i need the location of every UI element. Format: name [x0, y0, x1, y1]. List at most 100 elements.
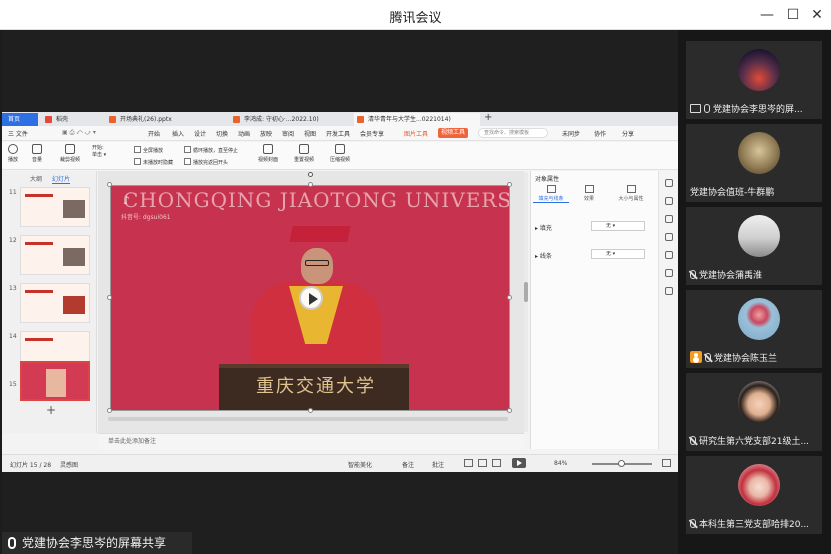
resize-handle[interactable]	[107, 295, 112, 300]
shape-icon[interactable]	[665, 197, 673, 205]
participant-tile[interactable]: 党建协会李思岑的屏...	[686, 41, 822, 119]
menu-view[interactable]: 视图	[304, 129, 316, 138]
menu-developer[interactable]: 开发工具	[326, 129, 350, 138]
resize-handle[interactable]	[308, 182, 313, 187]
location-icon[interactable]	[665, 287, 673, 295]
slide-video-object[interactable]: ♪ CHONGQING JIAOTONG UNIVERSITY 抖音号: dgs…	[110, 185, 510, 411]
theme-name[interactable]: 灵感图	[60, 460, 78, 469]
resize-handle[interactable]	[507, 182, 512, 187]
resize-handle[interactable]	[507, 408, 512, 413]
tab-slides[interactable]: 幻灯片	[52, 174, 71, 184]
tab-outline[interactable]: 大纲	[30, 174, 42, 183]
microphone-icon	[8, 537, 16, 549]
menu-design[interactable]: 设计	[194, 129, 206, 138]
copy-icon[interactable]	[665, 215, 673, 223]
resize-handle[interactable]	[107, 182, 112, 187]
reading-view-icon[interactable]	[492, 459, 501, 467]
menu-slideshow[interactable]: 放映	[260, 129, 272, 138]
tab-ppt-3-active[interactable]: 清华青年与大学生...0221014)	[354, 113, 480, 126]
microphone-muted-icon	[690, 519, 696, 528]
smart-beautify-button[interactable]: 智能美化	[348, 460, 372, 469]
properties-icon[interactable]	[665, 179, 673, 187]
tab-ppt-2-label: 李鸿成: 守初心·...2022.10)	[244, 116, 319, 123]
volume-button[interactable]: 音量	[32, 144, 42, 163]
share-button[interactable]: 分享	[622, 129, 634, 138]
comments-button[interactable]: 批注	[432, 460, 444, 469]
slide-thumbnail-11[interactable]	[20, 187, 90, 227]
avatar	[738, 215, 780, 257]
menu-home[interactable]: 开始	[148, 129, 160, 138]
zoom-level[interactable]: 84%	[554, 460, 567, 467]
minimize-icon[interactable]: —	[756, 5, 778, 25]
play-button[interactable]: 播放	[8, 144, 18, 163]
slideshow-play-icon[interactable]	[512, 458, 526, 468]
tab-ppt-1[interactable]: 开场典礼(26).pptx	[106, 113, 226, 126]
tab-docer[interactable]: 稻壳	[42, 113, 102, 126]
resize-handle[interactable]	[308, 408, 313, 413]
wps-menu-bar: 三 文件 ▣ ⎙ ⤺ ⤻ ▾ 开始 插入 设计 切换 动画 放映 审阅 视图 开…	[2, 126, 678, 141]
menu-transition[interactable]: 切换	[216, 129, 228, 138]
zoom-knob[interactable]	[618, 460, 625, 467]
tab-effects[interactable]: 效果	[571, 185, 607, 202]
menu-member[interactable]: 会员专享	[360, 129, 384, 138]
add-slide-button[interactable]: +	[46, 403, 56, 417]
tab-size-properties[interactable]: 大小与属性	[609, 185, 653, 202]
tab-ppt-2[interactable]: 李鸿成: 守初心·...2022.10)	[230, 113, 350, 126]
notes-input[interactable]: 单击此处添加备注	[98, 433, 524, 449]
quick-access-icons[interactable]: ▣ ⎙ ⤺ ⤻ ▾	[62, 129, 96, 137]
vertical-scrollbar[interactable]	[524, 172, 528, 432]
horizontal-scrollbar[interactable]	[108, 417, 508, 421]
resize-handle[interactable]	[507, 295, 512, 300]
participant-name: 党建协会值班-牛群鹏	[690, 188, 775, 198]
slide-editing-canvas: ♪ CHONGQING JIAOTONG UNIVERSITY 抖音号: dgs…	[98, 171, 524, 433]
video-cover-button[interactable]: 视频封面	[258, 144, 278, 163]
loop-checkbox[interactable]: 循环播放，直至停止	[184, 146, 238, 154]
participant-tile[interactable]: 党建协会陈玉兰	[686, 290, 822, 368]
menu-review[interactable]: 审阅	[282, 129, 294, 138]
sync-status[interactable]: 未同步	[562, 129, 580, 138]
slide-thumbnail-15-selected[interactable]	[20, 361, 90, 401]
tab-home[interactable]: 首页	[2, 113, 38, 126]
command-search-input[interactable]: 查找命令、搜索模板	[478, 128, 548, 138]
avatar	[738, 464, 780, 506]
start-mode-select[interactable]: 开始: 单击 ▾	[92, 144, 106, 158]
participant-tile[interactable]: 本科生第三党支部哈排20...	[686, 456, 822, 534]
collaborate-button[interactable]: 协作	[594, 129, 606, 138]
resize-handle[interactable]	[107, 408, 112, 413]
settings-icon[interactable]	[665, 233, 673, 241]
menu-insert[interactable]: 插入	[172, 129, 184, 138]
start-value: 单击	[92, 152, 103, 158]
line-select[interactable]: 无 ▾	[591, 249, 645, 259]
rewind-checkbox[interactable]: 播放完返回开头	[184, 158, 228, 166]
slide-thumbnail-13[interactable]	[20, 283, 90, 323]
hide-when-not-playing-checkbox[interactable]: 未播放时隐藏	[134, 158, 173, 166]
menu-video-tools[interactable]: 视频工具	[438, 128, 469, 138]
compress-video-button[interactable]: 压缩视频	[330, 144, 350, 163]
menu-animation[interactable]: 动画	[238, 129, 250, 138]
video-play-icon[interactable]	[299, 286, 323, 310]
fit-window-icon[interactable]	[662, 459, 671, 467]
fill-select[interactable]: 无 ▾	[591, 221, 645, 231]
help-icon[interactable]	[665, 251, 673, 259]
notes-button[interactable]: 备注	[402, 460, 414, 469]
zoom-slider[interactable]	[592, 460, 652, 467]
rotate-handle[interactable]	[308, 172, 313, 177]
close-icon[interactable]: ✕	[806, 5, 828, 25]
participant-tile[interactable]: 党建协会蒲禹淮	[686, 207, 822, 285]
host-icon	[690, 351, 702, 363]
reset-video-button[interactable]: 重置视频	[294, 144, 314, 163]
slide-thumbnail-12[interactable]	[20, 235, 90, 275]
normal-view-icon[interactable]	[464, 459, 473, 467]
menu-file[interactable]: 三 文件	[8, 129, 28, 138]
fullscreen-checkbox[interactable]: 全屏播放	[134, 146, 163, 154]
crop-video-button[interactable]: 裁剪视频	[60, 144, 80, 163]
image-icon[interactable]	[665, 269, 673, 277]
maximize-icon[interactable]: ☐	[782, 5, 804, 25]
slide-sorter-icon[interactable]	[478, 459, 487, 467]
tab-fill-line[interactable]: 填充与线条	[533, 185, 569, 203]
participant-tile[interactable]: 研究生第六党支部21级土...	[686, 373, 822, 451]
new-tab-icon[interactable]: +	[484, 112, 492, 123]
participant-tile[interactable]: 党建协会值班-牛群鹏	[686, 124, 822, 202]
crop-video-label: 裁剪视频	[60, 157, 81, 163]
menu-picture-tools[interactable]: 图片工具	[404, 129, 428, 138]
